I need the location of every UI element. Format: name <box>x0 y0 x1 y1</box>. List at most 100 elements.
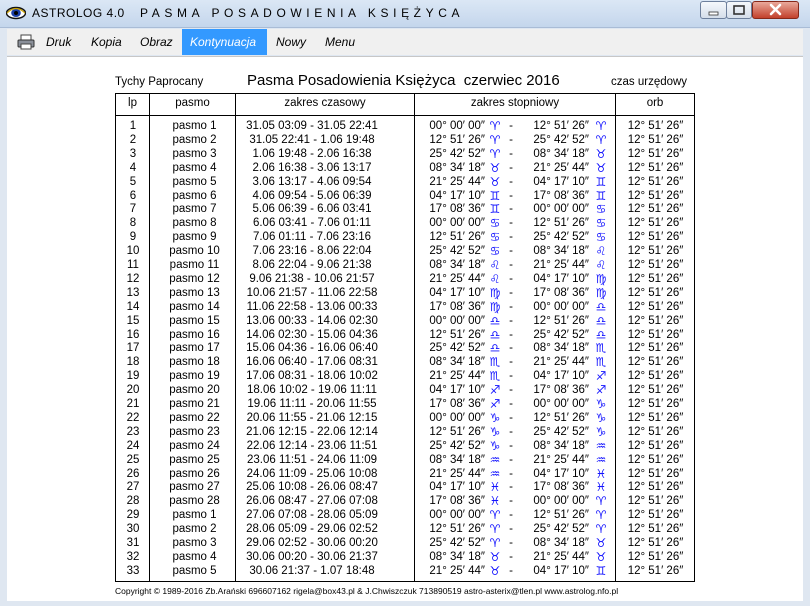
row-degree-dash: - <box>509 439 513 452</box>
table-row: 4 pasmo 4 2.06 16:38 - 3.06 13:17 08° 34′ 1… <box>7 161 803 175</box>
row-degree-dash: - <box>509 370 513 383</box>
row-lp: 11 <box>127 259 139 271</box>
row-sign-end-icon: ♎ <box>595 327 607 342</box>
row-lp: 5 <box>129 175 137 188</box>
row-sign-end-icon: ♍ <box>595 285 607 300</box>
row-pasmo: pasmo 9 <box>172 231 217 244</box>
menu-kopia[interactable]: Kopia <box>91 29 122 55</box>
row-orb: 12° 51′ 26″ <box>627 175 684 188</box>
row-degree-end: 21° 25′ 44″ <box>533 259 589 271</box>
row-sign-start-icon: ♎ <box>489 313 501 328</box>
row-sign-start-icon: ♉ <box>489 174 501 189</box>
row-time-range: 18.06 10:02 - 19.06 11:11 <box>246 384 377 397</box>
row-orb: 12° 51′ 26″ <box>627 398 684 410</box>
menu-kontynuacja[interactable]: Kontynuacja <box>182 29 267 55</box>
row-degree-start: 04° 17′ 10″ <box>429 286 485 299</box>
row-degree-start: 17° 08′ 36″ <box>429 398 485 410</box>
table-row: 8 pasmo 8 6.06 03:41 - 7.06 01:11 00° 00′ 0… <box>7 216 803 230</box>
row-lp: 32 <box>126 550 140 563</box>
table-row: 23 pasmo 23 21.06 12:15 - 22.06 12:14 12° 5… <box>7 425 803 439</box>
table-row: 14 pasmo 14 11.06 22:58 - 13.06 00:33 17° 0… <box>7 300 803 314</box>
row-lp: 25 <box>126 453 140 466</box>
row-lp: 28 <box>126 495 140 508</box>
row-degree-dash: - <box>509 342 513 355</box>
row-time-range: 25.06 10:08 - 26.06 08:47 <box>246 481 378 494</box>
row-sign-end-icon: ♎ <box>595 313 607 328</box>
row-orb: 12° 51′ 26″ <box>627 523 684 536</box>
menu-menu[interactable]: Menu <box>325 29 355 55</box>
row-lp: 17 <box>126 342 140 355</box>
row-orb: 12° 51′ 26″ <box>627 481 684 494</box>
row-lp: 24 <box>126 439 140 452</box>
row-degree-start: 25° 42′ 52″ <box>429 342 485 355</box>
row-degree-start: 25° 42′ 52″ <box>429 537 485 549</box>
row-orb: 12° 51′ 26″ <box>627 342 684 355</box>
row-time-range: 30.06 21:37 - 1.07 18:48 <box>249 564 375 577</box>
report-time-mode: czas urzędowy <box>611 76 688 88</box>
row-degree-dash: - <box>509 286 513 299</box>
menu-druk[interactable]: Druk <box>46 29 71 55</box>
row-pasmo: pasmo 16 <box>169 328 220 341</box>
astrolog-eye-icon <box>6 6 26 20</box>
maximize-button[interactable] <box>726 1 752 19</box>
row-sign-end-icon: ♉ <box>595 160 607 175</box>
row-degree-end: 25° 42′ 52″ <box>533 133 589 146</box>
row-degree-end: 04° 17′ 10″ <box>533 467 589 480</box>
report-location: Tychy Paprocany <box>115 76 204 88</box>
row-degree-dash: - <box>509 175 513 188</box>
row-degree-end: 21° 25′ 44″ <box>533 161 589 174</box>
printer-icon[interactable] <box>17 34 35 50</box>
menu-nowy[interactable]: Nowy <box>276 29 306 55</box>
title-bar: ASTROLOG 4.0 PASMA POSADOWIENIA KSIĘŻYCA <box>0 0 810 28</box>
row-sign-end-icon: ♏ <box>595 341 607 356</box>
row-sign-start-icon: ♊ <box>489 202 501 217</box>
row-lp: 18 <box>126 356 140 369</box>
row-orb: 12° 51′ 26″ <box>627 370 684 383</box>
row-pasmo: pasmo 19 <box>169 370 220 383</box>
row-time-range: 17.06 08:31 - 18.06 10:02 <box>246 370 378 383</box>
row-degree-end: 04° 17′ 10″ <box>533 370 589 383</box>
row-pasmo: pasmo 1 <box>172 120 217 132</box>
menu-obraz[interactable]: Obraz <box>140 29 173 55</box>
close-button[interactable] <box>752 1 799 19</box>
row-time-range: 2.06 16:38 - 3.06 13:17 <box>252 161 372 174</box>
table-row: 26 pasmo 26 24.06 11:09 - 25.06 10:08 21° 2… <box>7 467 803 481</box>
row-lp: 14 <box>126 300 140 313</box>
table-row: 5 pasmo 5 3.06 13:17 - 4.06 09:54 21° 25′ 4… <box>7 175 803 189</box>
minimize-button[interactable] <box>700 1 727 19</box>
row-sign-start-icon: ♉ <box>489 563 501 578</box>
row-pasmo: pasmo 14 <box>169 300 220 313</box>
row-degree-end: 17° 08′ 36″ <box>533 481 589 494</box>
row-degree-start: 00° 00′ 00″ <box>429 509 485 522</box>
row-pasmo: pasmo 6 <box>172 189 217 202</box>
table-row: 20 pasmo 20 18.06 10:02 - 19.06 11:11 04° 1… <box>7 383 803 397</box>
row-degree-start: 08° 34′ 18″ <box>429 550 485 563</box>
row-lp: 26 <box>126 467 140 480</box>
row-sign-start-icon: ♉ <box>489 160 501 175</box>
row-degree-start: 12° 51′ 26″ <box>429 231 485 244</box>
row-degree-dash: - <box>509 161 513 174</box>
row-degree-dash: - <box>509 509 513 522</box>
table-row: 29 pasmo 1 27.06 07:08 - 28.06 05:09 00° 00… <box>7 508 803 522</box>
row-sign-end-icon: ♓ <box>595 466 607 481</box>
window-subtitle: PASMA POSADOWIENIA KSIĘŻYCA <box>140 6 465 20</box>
row-lp: 20 <box>126 384 140 397</box>
row-degree-end: 04° 17′ 10″ <box>533 564 589 577</box>
row-time-range: 3.06 13:17 - 4.06 09:54 <box>252 175 372 188</box>
row-time-range: 11.06 22:58 - 13.06 00:33 <box>246 300 378 313</box>
row-sign-start-icon: ♓ <box>489 494 501 509</box>
row-degree-dash: - <box>509 272 513 285</box>
row-pasmo: pasmo 7 <box>172 203 217 216</box>
table-row: 11 pasmo 11 8.06 22:04 - 9.06 21:38 08° 34′… <box>7 258 803 272</box>
row-sign-start-icon: ♒ <box>489 466 501 481</box>
row-pasmo: pasmo 24 <box>169 439 220 452</box>
table-row: 33 pasmo 5 30.06 21:37 - 1.07 18:48 21° 25′… <box>7 564 803 578</box>
row-orb: 12° 51′ 26″ <box>627 550 684 563</box>
row-lp: 1 <box>129 120 137 132</box>
row-degree-end: 00° 00′ 00″ <box>533 203 589 216</box>
row-sign-start-icon: ♑ <box>489 424 501 439</box>
row-lp: 9 <box>129 231 137 244</box>
row-sign-end-icon: ♈ <box>595 132 607 147</box>
row-sign-start-icon: ♏ <box>489 355 501 370</box>
row-sign-end-icon: ♑ <box>595 397 607 411</box>
